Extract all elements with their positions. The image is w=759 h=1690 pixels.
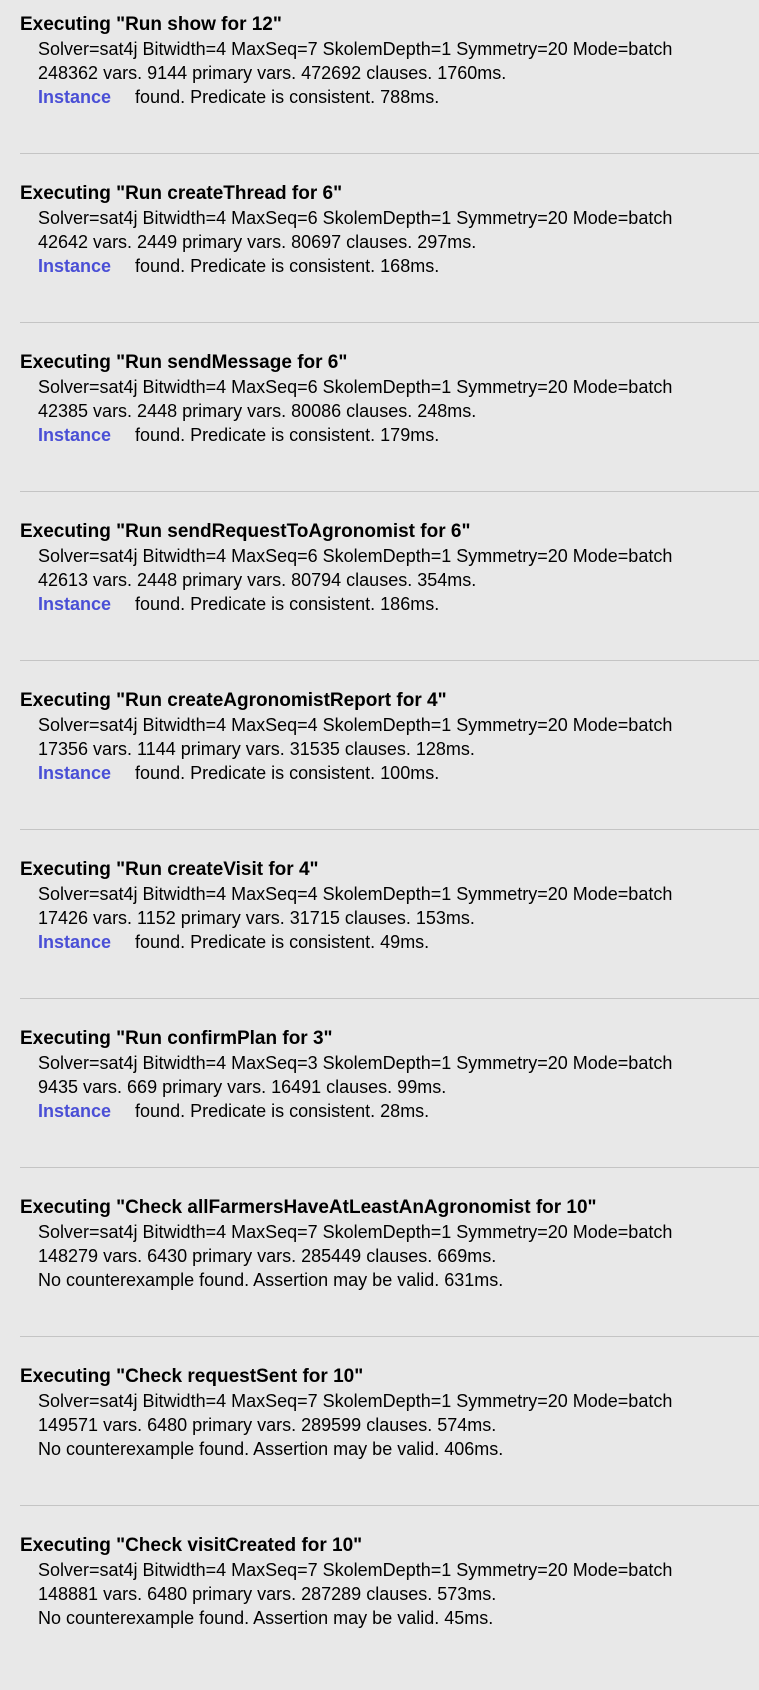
log-entry: Executing "Check visitCreated for 10" Sol…: [0, 1521, 759, 1690]
instance-link[interactable]: Instance: [38, 256, 111, 276]
solver-config-line: Solver=sat4j Bitwidth=4 MaxSeq=4 SkolemD…: [38, 884, 673, 904]
log-entry: Executing "Run createVisit for 4" Solver=…: [0, 845, 759, 1014]
entry-title: Executing "Check visitCreated for 10": [20, 1535, 363, 1556]
entry-title: Executing "Run sendRequestToAgronomist f…: [20, 521, 471, 542]
solver-config-line: Solver=sat4j Bitwidth=4 MaxSeq=7 SkolemD…: [38, 1391, 673, 1411]
log-entry: Executing "Run show for 12" Solver=sat4j …: [0, 0, 759, 169]
result-text: found. Predicate is consistent. 168ms.: [135, 256, 440, 276]
stats-line: 149571 vars. 6480 primary vars. 289599 c…: [38, 1415, 497, 1435]
result-line: No counterexample found. Assertion may b…: [38, 1608, 494, 1628]
entry-divider: [20, 1336, 759, 1337]
solver-config-line: Solver=sat4j Bitwidth=4 MaxSeq=6 SkolemD…: [38, 546, 673, 566]
stats-line: 42385 vars. 2448 primary vars. 80086 cla…: [38, 401, 477, 421]
instance-link[interactable]: Instance: [38, 763, 111, 783]
instance-link[interactable]: Instance: [38, 87, 111, 107]
log-entry: Executing "Check allFarmersHaveAtLeastAn…: [0, 1183, 759, 1352]
result-text: found. Predicate is consistent. 49ms.: [135, 932, 430, 952]
stats-line: 148881 vars. 6480 primary vars. 287289 c…: [38, 1584, 497, 1604]
solver-config-line: Solver=sat4j Bitwidth=4 MaxSeq=6 SkolemD…: [38, 377, 673, 397]
solver-config-line: Solver=sat4j Bitwidth=4 MaxSeq=7 SkolemD…: [38, 1560, 673, 1580]
entry-divider: [20, 1505, 759, 1506]
solver-config-line: Solver=sat4j Bitwidth=4 MaxSeq=7 SkolemD…: [38, 1222, 673, 1242]
log-entry: Executing "Run createAgronomistReport fo…: [0, 676, 759, 845]
entry-title: Executing "Check allFarmersHaveAtLeastAn…: [20, 1197, 597, 1218]
instance-link[interactable]: Instance: [38, 594, 111, 614]
stats-line: 42613 vars. 2448 primary vars. 80794 cla…: [38, 570, 477, 590]
result-line: Instance found. Predicate is consistent. …: [38, 86, 439, 108]
stats-line: 248362 vars. 9144 primary vars. 472692 c…: [38, 63, 507, 83]
stats-line: 42642 vars. 2449 primary vars. 80697 cla…: [38, 232, 477, 252]
solver-config-line: Solver=sat4j Bitwidth=4 MaxSeq=6 SkolemD…: [38, 208, 673, 228]
solver-config-line: Solver=sat4j Bitwidth=4 MaxSeq=4 SkolemD…: [38, 715, 673, 735]
result-line: No counterexample found. Assertion may b…: [38, 1270, 504, 1290]
result-line: No counterexample found. Assertion may b…: [38, 1439, 504, 1459]
result-line: Instance found. Predicate is consistent. …: [38, 931, 429, 953]
entry-divider: [20, 829, 759, 830]
result-line: Instance found. Predicate is consistent. …: [38, 255, 439, 277]
result-text: found. Predicate is consistent. 179ms.: [135, 425, 440, 445]
solver-config-line: Solver=sat4j Bitwidth=4 MaxSeq=3 SkolemD…: [38, 1053, 673, 1073]
entry-divider: [20, 998, 759, 999]
result-text: found. Predicate is consistent. 186ms.: [135, 594, 440, 614]
result-line: Instance found. Predicate is consistent. …: [38, 593, 439, 615]
result-line: Instance found. Predicate is consistent. …: [38, 424, 439, 446]
instance-link[interactable]: Instance: [38, 425, 111, 445]
result-line: Instance found. Predicate is consistent. …: [38, 1100, 429, 1122]
entry-title: Executing "Check requestSent for 10": [20, 1366, 364, 1387]
entry-title: Executing "Run confirmPlan for 3": [20, 1028, 333, 1049]
entry-divider: [20, 1167, 759, 1168]
entry-title: Executing "Run show for 12": [20, 14, 282, 35]
entry-divider: [20, 491, 759, 492]
stats-line: 17426 vars. 1152 primary vars. 31715 cla…: [38, 908, 475, 928]
solver-config-line: Solver=sat4j Bitwidth=4 MaxSeq=7 SkolemD…: [38, 39, 673, 59]
log-entry: Executing "Check requestSent for 10" Solv…: [0, 1352, 759, 1521]
result-text: found. Predicate is consistent. 100ms.: [135, 763, 440, 783]
entry-divider: [20, 322, 759, 323]
execution-log-panel: Executing "Run show for 12" Solver=sat4j …: [0, 0, 759, 1641]
stats-line: 17356 vars. 1144 primary vars. 31535 cla…: [38, 739, 475, 759]
log-entry: Executing "Run createThread for 6" Solver…: [0, 169, 759, 338]
stats-line: 148279 vars. 6430 primary vars. 285449 c…: [38, 1246, 497, 1266]
entry-title: Executing "Run createVisit for 4": [20, 859, 319, 880]
log-entry: Executing "Run sendMessage for 6" Solver=…: [0, 338, 759, 507]
entry-title: Executing "Run sendMessage for 6": [20, 352, 348, 373]
result-text: found. Predicate is consistent. 28ms.: [135, 1101, 430, 1121]
instance-link[interactable]: Instance: [38, 1101, 111, 1121]
entry-divider: [20, 660, 759, 661]
result-line: Instance found. Predicate is consistent. …: [38, 762, 439, 784]
log-entry: Executing "Run sendRequestToAgronomist f…: [0, 507, 759, 676]
log-entry: Executing "Run confirmPlan for 3" Solver=…: [0, 1014, 759, 1183]
instance-link[interactable]: Instance: [38, 932, 111, 952]
result-text: found. Predicate is consistent. 788ms.: [135, 87, 440, 107]
entry-title: Executing "Run createAgronomistReport fo…: [20, 690, 447, 711]
entry-divider: [20, 153, 759, 154]
entry-title: Executing "Run createThread for 6": [20, 183, 343, 204]
stats-line: 9435 vars. 669 primary vars. 16491 claus…: [38, 1077, 447, 1097]
